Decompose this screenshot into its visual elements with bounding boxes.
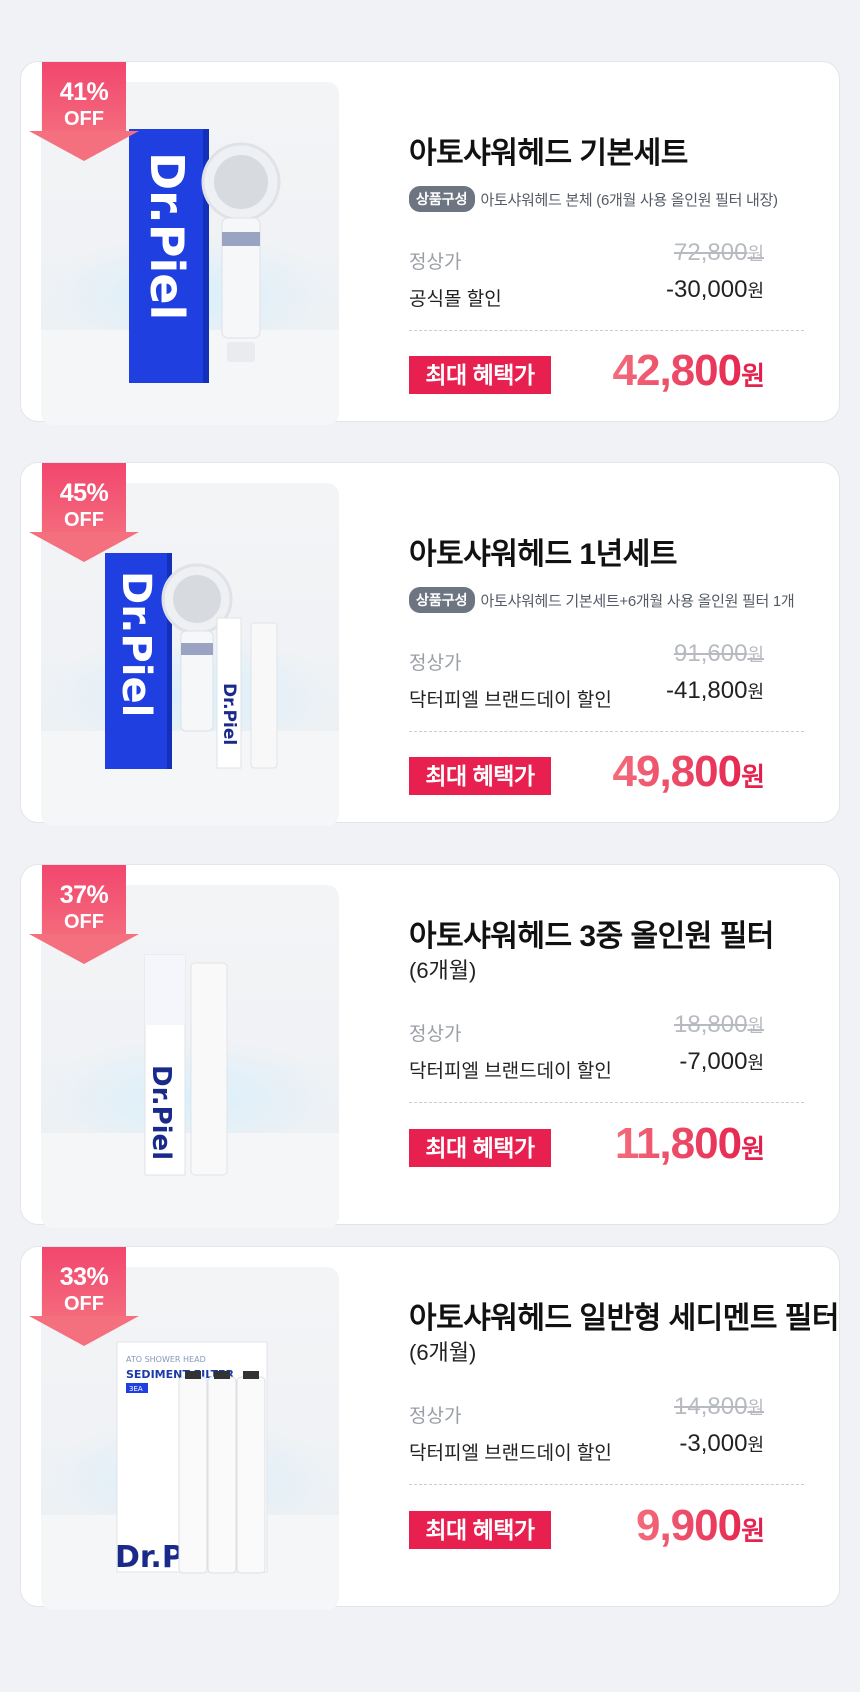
discount-badge: 37% OFF <box>29 865 139 965</box>
benefit-label: 최대 혜택가 <box>409 356 551 394</box>
benefit-label: 최대 혜택가 <box>409 1129 551 1167</box>
discount-badge: 33% OFF <box>29 1247 139 1347</box>
product-title: 아토샤워헤드 3중 올인원 필터 <box>409 920 774 953</box>
product-title: 아토샤워헤드 일반형 세디멘트 필터 <box>409 1302 840 1335</box>
composition: 상품구성 아토샤워헤드 본체 (6개월 사용 올인원 필터 내장) <box>409 186 778 212</box>
divider <box>409 731 804 732</box>
final-price: 49,800원 <box>612 747 764 796</box>
discount-label: 공식몰 할인 <box>409 289 502 310</box>
discount-badge: 45% OFF <box>29 463 139 563</box>
benefit-label: 최대 혜택가 <box>409 757 551 795</box>
divider <box>409 1102 804 1103</box>
off-label: OFF <box>64 108 104 130</box>
discount-percent: 45% <box>59 479 109 507</box>
product-card[interactable]: Dr.Piel 37% OFF 아토샤워헤드 3중 올인원 필터 (6개월) 정… <box>20 864 840 1228</box>
discount-badge: 41% OFF <box>29 62 139 162</box>
divider <box>409 1484 804 1485</box>
discount-amount: -41,800원 <box>666 677 764 704</box>
brand-text: Dr.Piel <box>140 152 194 320</box>
discount-percent: 33% <box>59 1263 109 1291</box>
product-title: 아토샤워헤드 기본세트 <box>409 137 688 170</box>
discount-percent: 37% <box>59 881 109 909</box>
final-price: 11,800원 <box>614 1119 764 1168</box>
svg-text:Dr.Piel: Dr.Piel <box>219 683 239 745</box>
discount-amount: -7,000원 <box>679 1048 764 1075</box>
off-label: OFF <box>64 509 104 531</box>
discount-label: 닥터피엘 브랜드데이 할인 <box>409 1061 612 1082</box>
svg-text:3EA: 3EA <box>129 1385 143 1393</box>
product-subtitle: (6개월) <box>409 1340 477 1365</box>
regular-price-label: 정상가 <box>409 653 462 674</box>
discount-amount: -3,000원 <box>679 1430 764 1457</box>
regular-price: 91,600원 <box>674 640 764 667</box>
final-price: 42,800원 <box>612 346 764 395</box>
product-card[interactable]: ATO SHOWER HEAD SEDIMENT FILTER 3EA Dr.P… <box>20 1246 840 1610</box>
composition-tag: 상품구성 <box>409 587 475 613</box>
regular-price: 18,800원 <box>674 1011 764 1038</box>
regular-price-label: 정상가 <box>409 1406 462 1427</box>
composition-desc: 아토샤워헤드 기본세트+6개월 사용 올인원 필터 1개 <box>480 592 795 610</box>
product-card[interactable]: Dr.Piel 41% OFF 아토샤워헤드 기본세트 상품구성 아토샤워헤드 … <box>20 61 840 425</box>
final-price: 9,900원 <box>635 1501 764 1550</box>
brand-text: Dr.Piel <box>113 571 159 717</box>
product-title: 아토샤워헤드 1년세트 <box>409 538 677 571</box>
product-card[interactable]: Dr.Piel Dr.Piel 45% OFF 아토샤워헤드 1년세트 상품구성… <box>20 462 840 826</box>
svg-text:ATO SHOWER HEAD: ATO SHOWER HEAD <box>126 1355 206 1364</box>
composition-tag: 상품구성 <box>409 186 475 212</box>
regular-price: 72,800원 <box>674 239 764 266</box>
regular-price: 14,800원 <box>674 1393 764 1420</box>
benefit-label: 최대 혜택가 <box>409 1511 551 1549</box>
discount-amount: -30,000원 <box>666 276 764 303</box>
svg-text:Dr.Piel: Dr.Piel <box>146 1065 176 1160</box>
discount-label: 닥터피엘 브랜드데이 할인 <box>409 1443 612 1464</box>
composition-desc: 아토샤워헤드 본체 (6개월 사용 올인원 필터 내장) <box>480 191 778 209</box>
off-label: OFF <box>64 911 104 933</box>
regular-price-label: 정상가 <box>409 252 462 273</box>
product-subtitle: (6개월) <box>409 958 477 983</box>
composition: 상품구성 아토샤워헤드 기본세트+6개월 사용 올인원 필터 1개 <box>409 587 795 613</box>
off-label: OFF <box>64 1293 104 1315</box>
divider <box>409 330 804 331</box>
discount-percent: 41% <box>59 78 109 106</box>
regular-price-label: 정상가 <box>409 1024 462 1045</box>
discount-label: 닥터피엘 브랜드데이 할인 <box>409 690 612 711</box>
